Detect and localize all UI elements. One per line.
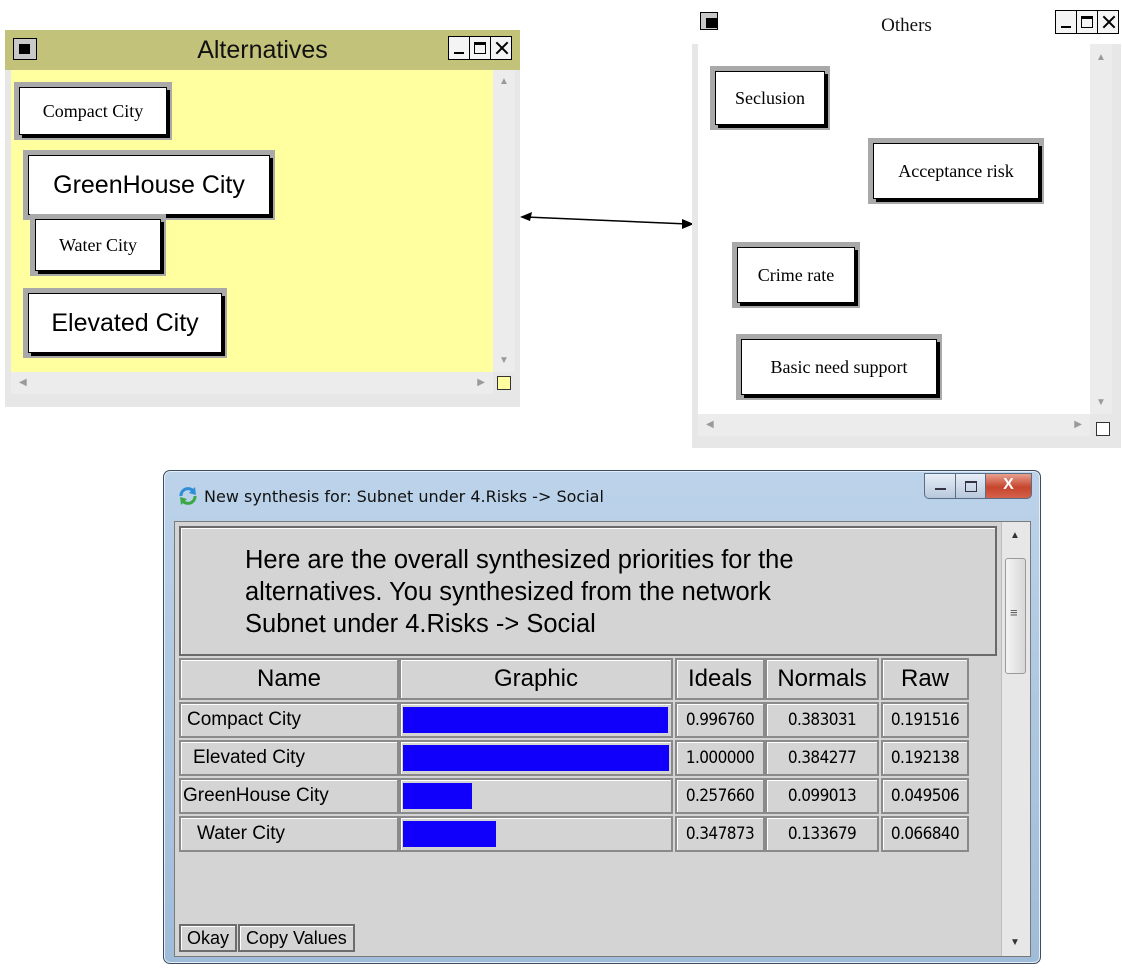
- message-line: Here are the overall synthesized priorit…: [245, 546, 794, 574]
- node-greenhouse-city[interactable]: GreenHouse City: [23, 150, 275, 220]
- row-graphic: [399, 740, 673, 776]
- close-icon[interactable]: X: [986, 473, 1032, 499]
- priority-bar: [403, 707, 668, 733]
- alternatives-vertical-scrollbar[interactable]: ▲ ▼: [493, 70, 515, 372]
- synthesis-message-box: Here are the overall synthesized priorit…: [179, 526, 997, 656]
- alternatives-cluster-title: Alternatives: [197, 36, 328, 64]
- cluster-connection-arrow: [520, 212, 694, 229]
- row-graphic: [399, 816, 673, 852]
- node-label: Basic need support: [741, 339, 937, 395]
- node-water-city[interactable]: Water City: [30, 214, 166, 276]
- priority-bar: [403, 783, 472, 809]
- close-icon[interactable]: [490, 36, 512, 60]
- dialog-title: New synthesis for: Subnet under 4.Risks …: [204, 487, 604, 506]
- row-name: GreenHouse City: [179, 778, 399, 814]
- column-header-ideals: Ideals: [675, 658, 765, 700]
- scroll-up-icon[interactable]: ▲: [1096, 52, 1106, 63]
- minimize-icon[interactable]: [924, 473, 956, 499]
- row-normals: 0.384277: [765, 740, 879, 776]
- row-raw: 0.191516: [881, 702, 969, 738]
- node-label: Seclusion: [715, 71, 825, 125]
- refresh-app-icon: [179, 487, 197, 505]
- dialog-vertical-scrollbar[interactable]: ▲ ▼: [1001, 522, 1030, 956]
- scroll-thumb[interactable]: [1005, 558, 1026, 674]
- row-ideals: 1.000000: [675, 740, 765, 776]
- node-acceptance-risk[interactable]: Acceptance risk: [868, 138, 1044, 204]
- row-normals: 0.383031: [765, 702, 879, 738]
- row-ideals: 0.347873: [675, 816, 765, 852]
- maximize-icon[interactable]: [1076, 10, 1098, 34]
- row-raw: 0.192138: [881, 740, 969, 776]
- row-name: Elevated City: [179, 740, 399, 776]
- synthesis-message: Here are the overall synthesized priorit…: [245, 544, 985, 640]
- scroll-right-icon[interactable]: ▶: [1074, 419, 1082, 430]
- node-label: GreenHouse City: [28, 155, 270, 215]
- others-cluster-window: Others Seclusion Acceptance risk Crime r…: [692, 4, 1121, 448]
- row-normals: 0.099013: [765, 778, 879, 814]
- message-line: Subnet under 4.Risks -> Social: [245, 610, 596, 638]
- node-label: Elevated City: [28, 293, 222, 353]
- node-seclusion[interactable]: Seclusion: [710, 66, 830, 130]
- alternatives-canvas: Compact City GreenHouse City Water City …: [11, 70, 493, 372]
- node-label: Acceptance risk: [873, 143, 1039, 199]
- column-header-raw: Raw: [881, 658, 969, 700]
- scroll-down-icon[interactable]: ▼: [1010, 937, 1020, 948]
- scroll-down-icon[interactable]: ▼: [1096, 397, 1106, 408]
- row-graphic: [399, 778, 673, 814]
- resize-handle-icon[interactable]: [1096, 422, 1110, 436]
- column-header-name: Name: [179, 658, 399, 700]
- alternatives-cluster-titlebar[interactable]: Alternatives: [5, 30, 520, 70]
- scroll-left-icon[interactable]: ◀: [19, 377, 27, 388]
- column-header-graphic: Graphic: [399, 658, 673, 700]
- scroll-up-icon[interactable]: ▲: [1010, 530, 1020, 541]
- node-label: Water City: [35, 219, 161, 271]
- others-vertical-scrollbar[interactable]: ▲ ▼: [1090, 44, 1112, 414]
- node-elevated-city[interactable]: Elevated City: [23, 288, 227, 358]
- row-raw: 0.049506: [881, 778, 969, 814]
- dialog-button-row: Okay Copy Values: [179, 924, 356, 952]
- row-ideals: 0.996760: [675, 702, 765, 738]
- node-label: Compact City: [19, 87, 167, 135]
- row-name: Water City: [179, 816, 399, 852]
- dialog-titlebar[interactable]: New synthesis for: Subnet under 4.Risks …: [164, 471, 1040, 513]
- node-compact-city[interactable]: Compact City: [14, 82, 172, 140]
- row-graphic: [399, 702, 673, 738]
- minimize-icon[interactable]: [1055, 10, 1077, 34]
- copy-values-button[interactable]: Copy Values: [238, 924, 355, 952]
- priority-bar: [403, 745, 669, 771]
- scroll-down-icon[interactable]: ▼: [499, 355, 509, 366]
- okay-button[interactable]: Okay: [179, 924, 238, 952]
- message-line: alternatives. You synthesized from the n…: [245, 578, 771, 606]
- row-normals: 0.133679: [765, 816, 879, 852]
- node-basic-need-support[interactable]: Basic need support: [736, 334, 942, 400]
- alternatives-cluster-window: Alternatives Compact City GreenHouse Cit…: [5, 30, 520, 407]
- maximize-icon[interactable]: [956, 473, 986, 499]
- node-crime-rate[interactable]: Crime rate: [732, 242, 860, 308]
- others-horizontal-scrollbar[interactable]: ◀ ▶: [698, 414, 1090, 436]
- row-raw: 0.066840: [881, 816, 969, 852]
- resize-handle-icon[interactable]: [497, 376, 511, 390]
- column-header-normals: Normals: [765, 658, 879, 700]
- others-cluster-titlebar[interactable]: Others: [692, 4, 1121, 44]
- alternatives-horizontal-scrollbar[interactable]: ◀ ▶: [11, 372, 493, 394]
- dialog-client-area: Here are the overall synthesized priorit…: [174, 521, 1031, 957]
- row-ideals: 0.257660: [675, 778, 765, 814]
- scroll-left-icon[interactable]: ◀: [706, 419, 714, 430]
- scroll-up-icon[interactable]: ▲: [499, 76, 509, 87]
- row-name: Compact City: [179, 702, 399, 738]
- priority-bar: [403, 821, 496, 847]
- minimize-icon[interactable]: [448, 36, 470, 60]
- scroll-right-icon[interactable]: ▶: [477, 377, 485, 388]
- close-icon[interactable]: [1097, 10, 1119, 34]
- synthesis-dialog: New synthesis for: Subnet under 4.Risks …: [163, 470, 1041, 964]
- node-label: Crime rate: [737, 247, 855, 303]
- maximize-icon[interactable]: [469, 36, 491, 60]
- others-canvas: Seclusion Acceptance risk Crime rate Bas…: [698, 44, 1090, 414]
